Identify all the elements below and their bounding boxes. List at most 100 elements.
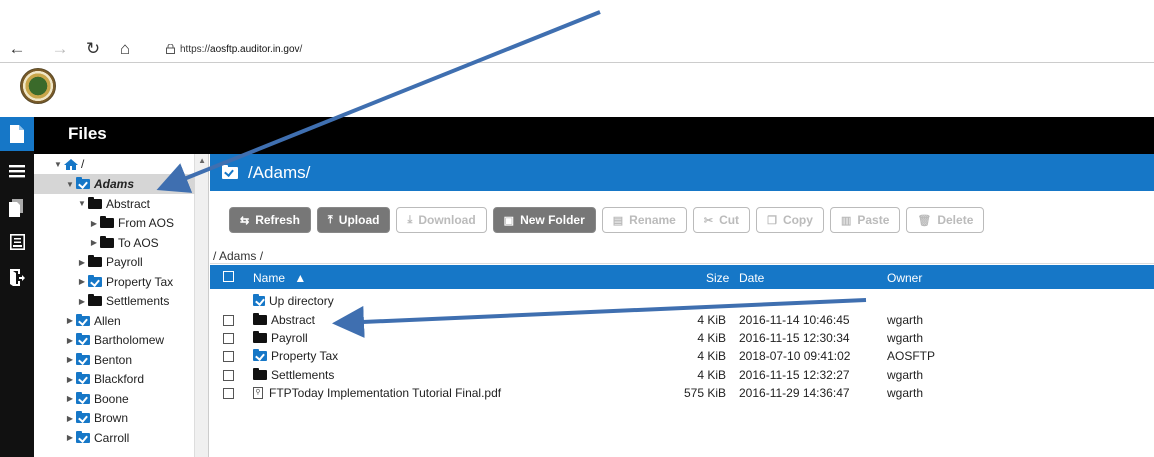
delete-button[interactable]: 🗑 Delete: [906, 207, 985, 233]
trash-icon: 🗑: [917, 214, 932, 227]
new-folder-label: New Folder: [520, 213, 585, 227]
caret-right-icon[interactable]: ▶: [64, 414, 76, 423]
breadcrumb[interactable]: / Adams /: [213, 249, 263, 263]
rail-files-item[interactable]: [0, 117, 34, 151]
tree-item[interactable]: ▶ Benton: [34, 350, 132, 370]
rename-icon: ▤: [612, 214, 624, 227]
caret-right-icon[interactable]: ▶: [88, 219, 100, 228]
file-size: 4 KiB: [697, 313, 726, 327]
tree-item[interactable]: ▼ Adams: [34, 174, 195, 194]
tree-item[interactable]: ▼ Abstract: [34, 194, 150, 214]
file-row[interactable]: Payroll 4 KiB 2016-11-15 12:30:34 wgarth: [210, 329, 1154, 347]
name-column-header[interactable]: Name ▲: [253, 271, 306, 285]
download-button[interactable]: ⤓ Download: [396, 207, 487, 233]
tree-root[interactable]: ▼ /: [52, 154, 84, 174]
refresh-button[interactable]: ⇆ Refresh: [229, 207, 311, 233]
size-column-header[interactable]: Size: [706, 271, 729, 285]
caret-down-icon[interactable]: ▼: [64, 180, 76, 189]
file-name-cell[interactable]: ⚲ FTPToday Implementation Tutorial Final.…: [253, 386, 501, 400]
sort-ascending-icon[interactable]: ▲: [294, 271, 306, 285]
file-name-cell[interactable]: Settlements: [253, 367, 334, 382]
cut-button[interactable]: ✂ Cut: [692, 207, 751, 233]
tree-item-label: Allen: [94, 313, 121, 328]
tree-item[interactable]: ▶ Payroll: [34, 252, 143, 272]
caret-right-icon[interactable]: ▶: [64, 355, 76, 364]
tree-item[interactable]: ▶ Carroll: [34, 428, 129, 448]
report-icon: [9, 234, 25, 250]
owner-column-header[interactable]: Owner: [887, 271, 922, 285]
tree-item-label: Adams: [94, 177, 135, 191]
file-row[interactable]: ⚲ FTPToday Implementation Tutorial Final.…: [210, 384, 1154, 402]
file-row[interactable]: Abstract 4 KiB 2016-11-14 10:46:45 wgarth: [210, 311, 1154, 329]
tree-item-label: Benton: [94, 352, 133, 367]
tree-item[interactable]: ▶ Property Tax: [34, 272, 173, 292]
folder-icon: [88, 255, 102, 267]
tree-item[interactable]: ▶ Bartholomew: [34, 330, 164, 350]
copy-button[interactable]: ❐ Copy: [756, 207, 824, 233]
caret-down-icon[interactable]: ▼: [76, 199, 88, 208]
caret-right-icon[interactable]: ▶: [76, 297, 88, 306]
up-directory-link[interactable]: Up directory: [253, 294, 334, 308]
caret-right-icon[interactable]: ▶: [76, 277, 88, 286]
file-row[interactable]: Property Tax 4 KiB 2018-07-10 09:41:02 AOSF…: [210, 347, 1154, 365]
tree-item[interactable]: ▶ Settlements: [34, 291, 169, 311]
caret-right-icon[interactable]: ▶: [88, 238, 100, 247]
paste-button[interactable]: ▥ Paste: [829, 207, 901, 233]
caret-right-icon[interactable]: ▶: [76, 258, 88, 267]
tree-item[interactable]: ▶ Allen: [34, 311, 121, 331]
delete-label: Delete: [937, 213, 974, 227]
folder-icon: [253, 331, 267, 344]
tree-scrollbar[interactable]: ▲: [194, 154, 208, 457]
row-checkbox[interactable]: [223, 387, 234, 399]
folder-check-icon: [76, 177, 90, 189]
file-name-cell[interactable]: Property Tax: [253, 349, 338, 363]
date-column-header[interactable]: Date: [739, 271, 764, 285]
row-checkbox[interactable]: [223, 369, 234, 381]
row-checkbox[interactable]: [223, 351, 234, 363]
tree-item[interactable]: ▶ From AOS: [34, 213, 174, 233]
folder-check-icon: [76, 333, 90, 345]
tree-item-label: Bartholomew: [94, 333, 165, 347]
select-all-checkbox[interactable]: [223, 271, 234, 282]
tree-item[interactable]: ▶ Boone: [34, 389, 129, 409]
rail-report-item[interactable]: [0, 225, 34, 259]
file-row[interactable]: Settlements 4 KiB 2016-11-15 12:32:27 wgart…: [210, 366, 1154, 384]
tree-item-label: Payroll: [106, 255, 143, 269]
folder-check-icon: [253, 349, 267, 362]
rail-logout-item[interactable]: [0, 260, 34, 294]
paste-label: Paste: [857, 213, 890, 227]
upload-button[interactable]: ⤒ Upload: [316, 207, 391, 233]
tree-item-label: Boone: [94, 391, 129, 406]
home-icon: [64, 158, 78, 170]
home-icon[interactable]: ⌂: [114, 40, 136, 58]
rename-button[interactable]: ▤ Rename: [601, 207, 687, 233]
caret-down-icon[interactable]: ▼: [52, 160, 64, 169]
caret-right-icon[interactable]: ▶: [64, 316, 76, 325]
scroll-up-icon[interactable]: ▲: [198, 156, 206, 165]
tree-item[interactable]: ▶ Brown: [34, 408, 128, 428]
caret-right-icon[interactable]: ▶: [64, 336, 76, 345]
rail-documents-item[interactable]: [0, 191, 34, 225]
tree-item[interactable]: ▶ Blackford: [34, 369, 144, 389]
file-name-cell[interactable]: Payroll: [253, 331, 308, 345]
forward-icon[interactable]: →: [49, 40, 71, 58]
up-directory-row[interactable]: Up directory: [210, 292, 1154, 310]
refresh-icon[interactable]: ↻: [82, 40, 104, 58]
caret-right-icon[interactable]: ▶: [64, 394, 76, 403]
caret-right-icon[interactable]: ▶: [64, 375, 76, 384]
file-name-cell[interactable]: Abstract: [253, 313, 315, 327]
url-prefix: https://: [180, 44, 211, 55]
row-checkbox[interactable]: [223, 333, 234, 345]
caret-right-icon[interactable]: ▶: [64, 433, 76, 442]
new-folder-button[interactable]: ▣ New Folder: [492, 207, 596, 233]
file-name: Payroll: [271, 331, 308, 346]
rail-menu-item[interactable]: [0, 154, 34, 188]
download-label: Download: [418, 213, 476, 227]
address-bar[interactable]: https://aosftp.auditor.in.gov/: [180, 44, 302, 55]
file-owner: AOSFTP: [887, 349, 936, 364]
file-size: 575 KiB: [683, 385, 726, 400]
back-icon[interactable]: ←: [6, 40, 28, 58]
row-checkbox[interactable]: [223, 315, 234, 326]
tree-item[interactable]: ▶ To AOS: [34, 233, 159, 253]
name-column-label: Name: [253, 271, 286, 285]
